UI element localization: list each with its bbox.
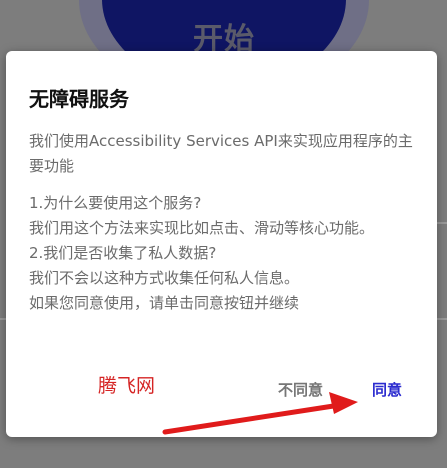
dialog-line-answer-2: 我们不会以这种方式收集任何私人信息。	[29, 269, 300, 287]
background-divider-right-2	[437, 318, 447, 320]
dialog-line-question-1: 1.为什么要使用这个服务?	[29, 194, 202, 212]
dialog-message: 我们使用Accessibility Services API来实现应用程序的主要…	[29, 129, 424, 316]
dialog-intro: 我们使用Accessibility Services API来实现应用程序的主要…	[29, 132, 413, 175]
accessibility-service-dialog: 无障碍服务 我们使用Accessibility Services API来实现应…	[6, 51, 437, 437]
dialog-title: 无障碍服务	[29, 87, 129, 111]
disagree-button[interactable]: 不同意	[276, 375, 325, 404]
agree-button[interactable]: 同意	[370, 375, 404, 404]
dialog-line-instruction: 如果您同意使用，请单击同意按钮并继续	[29, 294, 300, 312]
dialog-line-question-2: 2.我们是否收集了私人数据?	[29, 244, 217, 262]
watermark-text: 腾飞网	[98, 375, 156, 397]
background-divider-right	[437, 222, 447, 224]
dialog-line-answer-1: 我们用这个方法来实现比如点击、滑动等核心功能。	[29, 219, 375, 237]
